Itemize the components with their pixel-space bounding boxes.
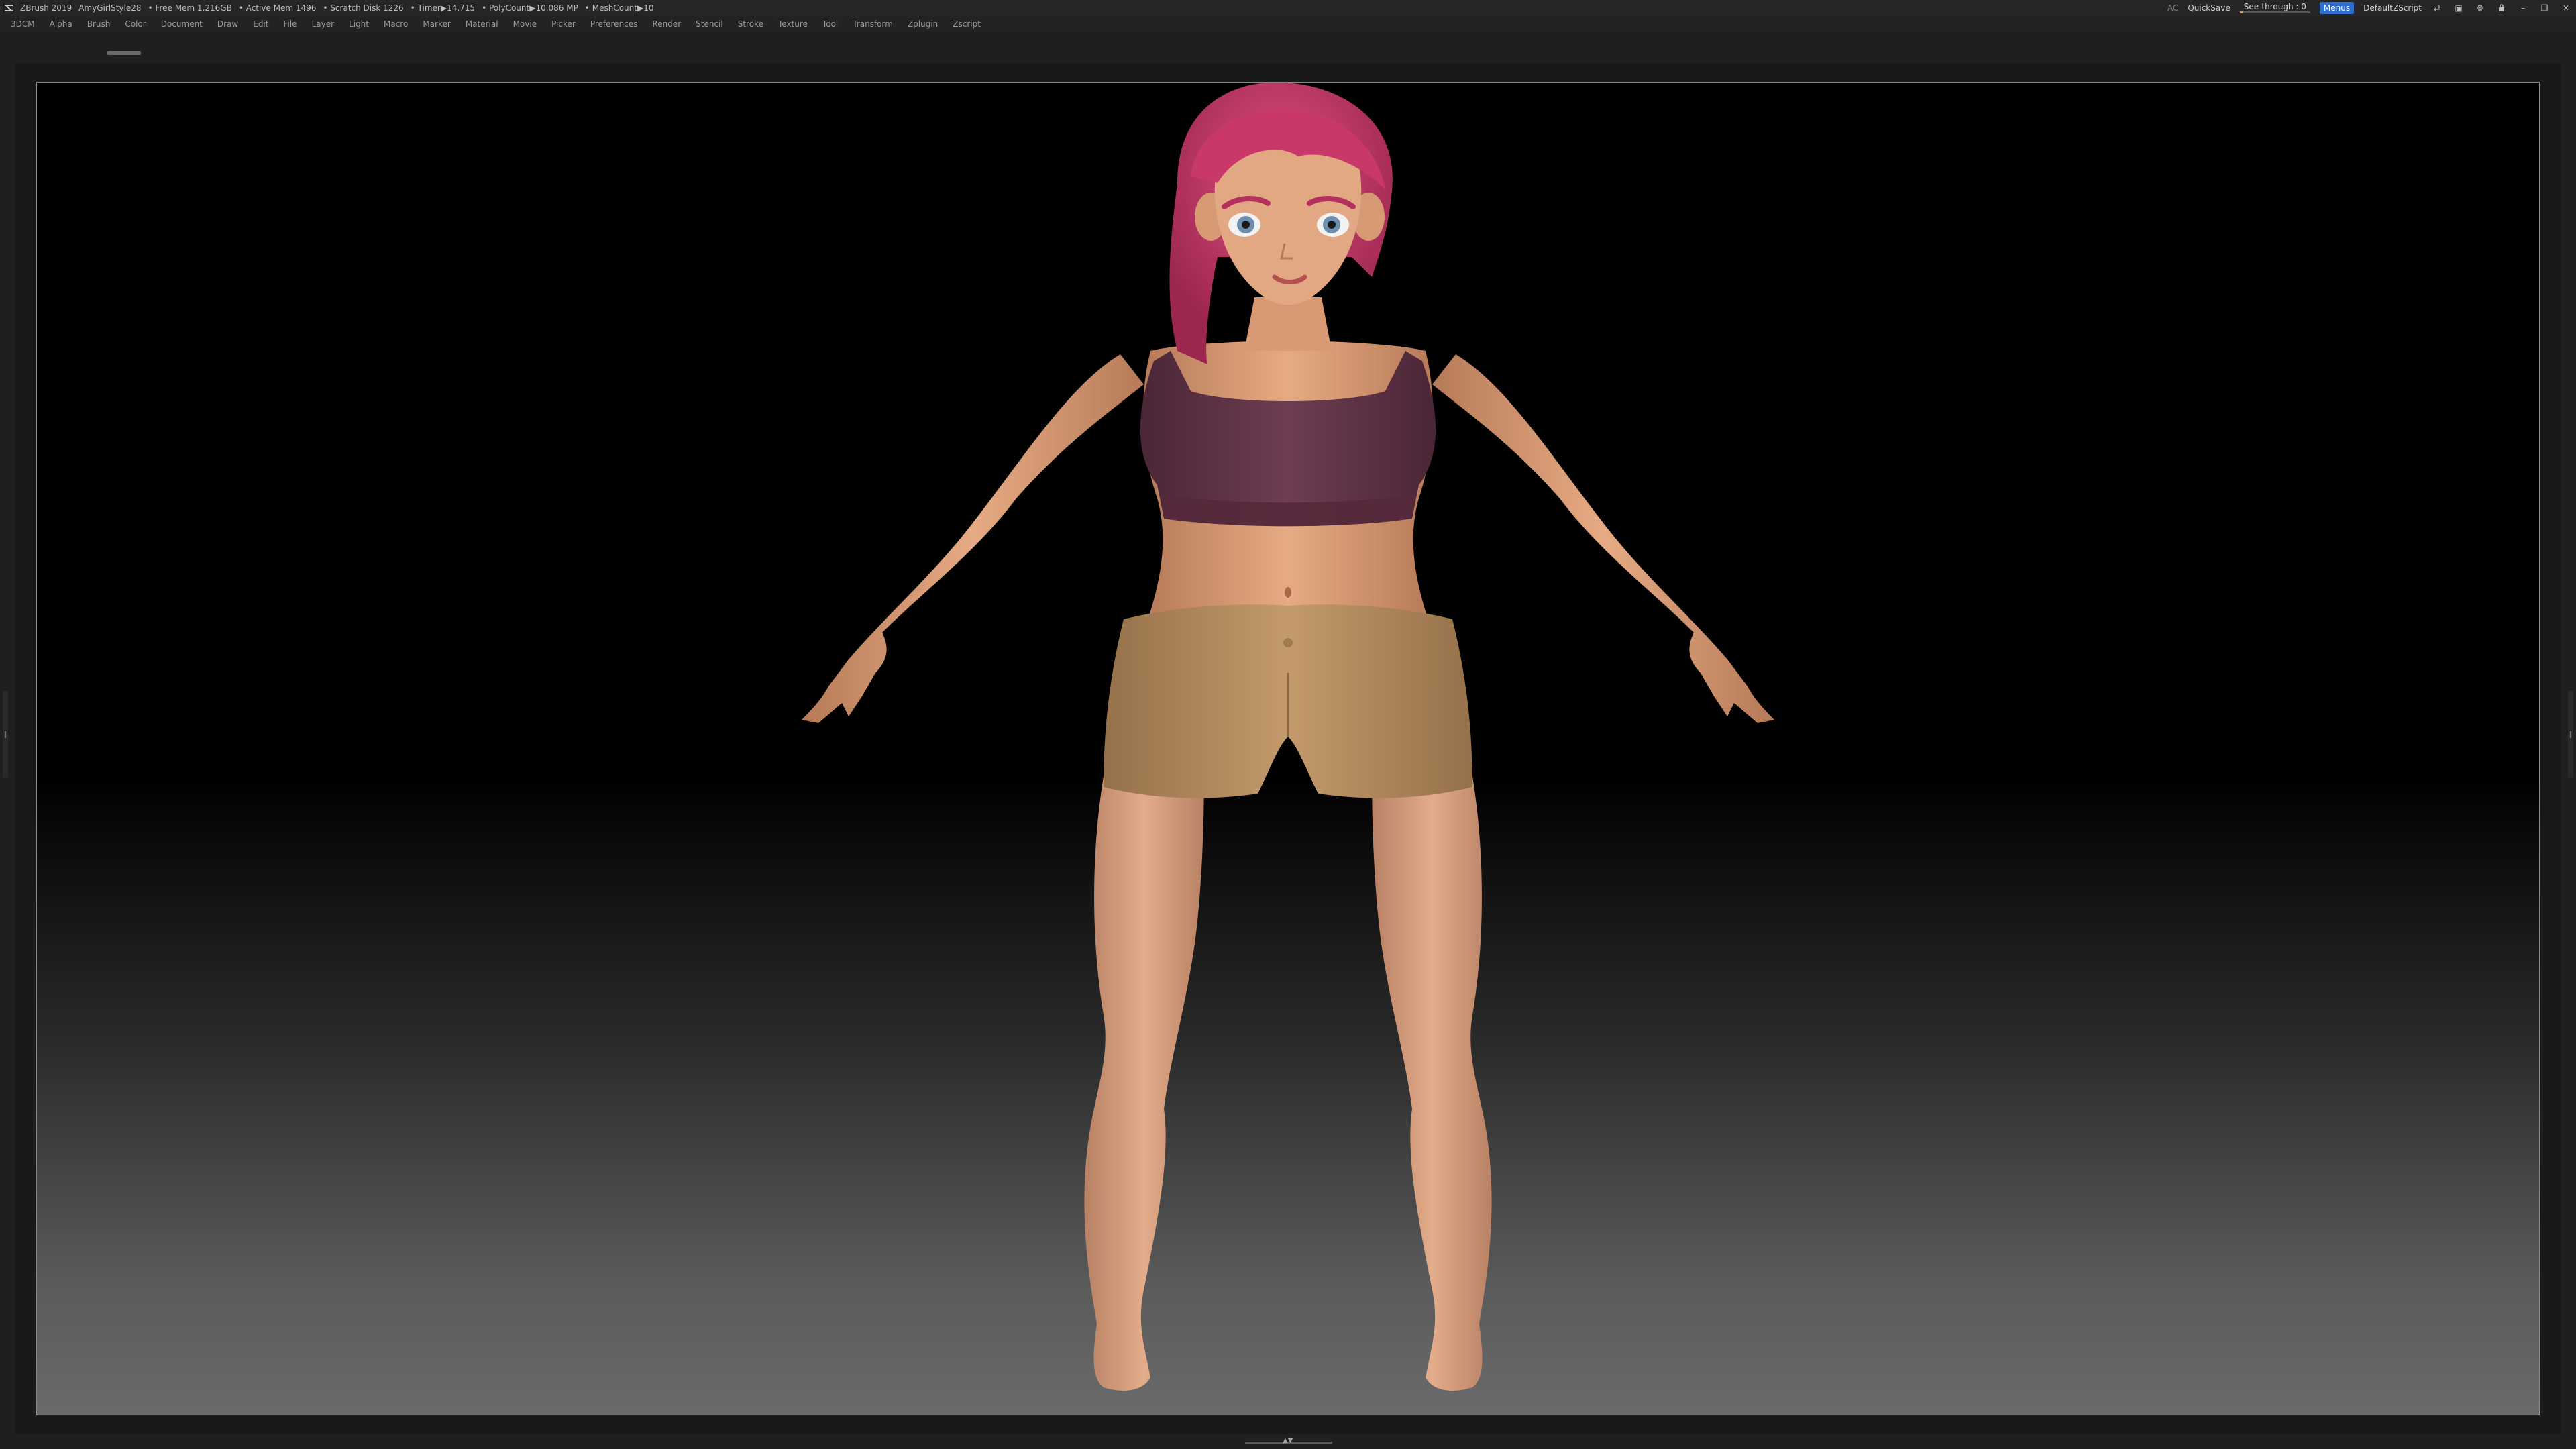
menus-button[interactable]: Menus (2319, 2, 2355, 14)
default-zscript-button[interactable]: DefaultZScript (2363, 0, 2422, 16)
menu-preferences[interactable]: Preferences (590, 19, 638, 29)
see-through-slider[interactable]: See-through : 0 (2239, 2, 2310, 14)
menu-edit[interactable]: Edit (253, 19, 268, 29)
polycount-stat: • PolyCount▶10.086 MP (482, 3, 578, 13)
neck (1244, 297, 1332, 351)
menu-render[interactable]: Render (652, 19, 681, 29)
menu-draw[interactable]: Draw (217, 19, 238, 29)
restore-icon[interactable]: ❐ (2538, 3, 2551, 13)
quicksave-button[interactable]: QuickSave (2188, 0, 2230, 16)
menu-light[interactable]: Light (349, 19, 369, 29)
menu-alpha[interactable]: Alpha (50, 19, 72, 29)
viewport-canvas[interactable] (36, 82, 2540, 1415)
menu-texture[interactable]: Texture (778, 19, 808, 29)
right-arm (1432, 354, 1774, 723)
ac-toggle[interactable]: AC (2167, 0, 2178, 16)
menu-tool[interactable]: Tool (822, 19, 838, 29)
settings-icon[interactable]: ⚙ (2474, 3, 2486, 13)
menu-picker[interactable]: Picker (551, 19, 576, 29)
menu-color[interactable]: Color (125, 19, 146, 29)
menu-brush[interactable]: Brush (87, 19, 111, 29)
free-mem-stat: • Free Mem 1.216GB (148, 3, 232, 13)
menu-bar: 3DCM Alpha Brush Color Document Draw Edi… (0, 16, 2576, 32)
see-through-track (2239, 11, 2310, 13)
app-name: ZBrush 2019 (20, 3, 72, 13)
see-through-fill (2239, 11, 2243, 13)
menu-marker[interactable]: Marker (423, 19, 450, 29)
close-icon[interactable]: ✕ (2560, 3, 2572, 13)
active-mem-stat: • Active Mem 1496 (238, 3, 317, 13)
lock-icon[interactable] (2496, 3, 2508, 13)
see-through-value: 0 (2301, 2, 2306, 11)
scratch-disk-stat: • Scratch Disk 1226 (323, 3, 404, 13)
shelf-scroll-handle[interactable] (107, 51, 141, 55)
right-leg (1372, 740, 1492, 1391)
menu-zplugin[interactable]: Zplugin (908, 19, 938, 29)
zbrush-window: ZBrush 2019 AmyGirlStyle28 • Free Mem 1.… (0, 0, 2576, 1449)
menu-stencil[interactable]: Stencil (696, 19, 723, 29)
menu-3dcm[interactable]: 3DCM (11, 19, 35, 29)
menu-material[interactable]: Material (466, 19, 498, 29)
menu-document[interactable]: Document (161, 19, 203, 29)
bottom-tray-handle[interactable]: ▲▼ (1245, 1437, 1332, 1446)
menu-stroke[interactable]: Stroke (738, 19, 763, 29)
menu-movie[interactable]: Movie (513, 19, 537, 29)
minimize-icon[interactable]: – (2517, 3, 2529, 13)
right-tray-handle[interactable] (2568, 691, 2573, 778)
timer-stat: • Timer▶14.715 (410, 3, 476, 13)
3d-model-figure (802, 83, 1774, 1391)
menu-transform[interactable]: Transform (853, 19, 893, 29)
tray-toggle-arrows-icon: ▲▼ (1283, 1437, 1293, 1444)
left-arm (802, 354, 1144, 723)
menu-zscript[interactable]: Zscript (953, 19, 981, 29)
see-through-label: See-through (2243, 2, 2294, 11)
zbrush-logo-icon (4, 3, 13, 13)
title-bar: ZBrush 2019 AmyGirlStyle28 • Free Mem 1.… (0, 0, 2576, 16)
left-leg (1084, 740, 1204, 1391)
menu-layer[interactable]: Layer (312, 19, 334, 29)
menu-file[interactable]: File (283, 19, 297, 29)
meshcount-stat: • MeshCount▶10 (584, 3, 654, 13)
left-tray-handle[interactable] (3, 691, 8, 778)
document-frame (15, 63, 2561, 1434)
menu-macro[interactable]: Macro (384, 19, 408, 29)
top-shelf (0, 32, 2576, 59)
layout-icon[interactable]: ⇄ (2431, 3, 2443, 13)
document-name: AmyGirlStyle28 (78, 3, 142, 13)
shorts (1104, 604, 1472, 798)
layout-alt-icon[interactable]: ▣ (2453, 3, 2465, 13)
